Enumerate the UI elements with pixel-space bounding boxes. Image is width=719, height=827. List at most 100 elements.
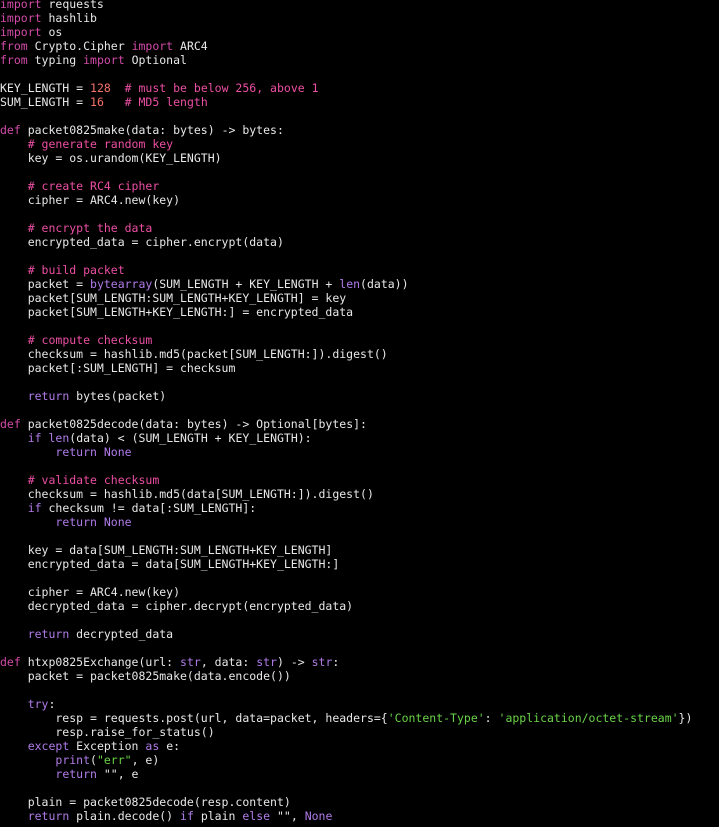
- code-line: import os: [0, 25, 692, 39]
- code-line: cipher = ARC4.new(key): [0, 585, 692, 599]
- keyword-token: def: [0, 417, 21, 431]
- code-line: resp.raise_for_status(): [0, 725, 692, 739]
- code-token: (: [90, 753, 97, 767]
- code-token: packet = packet0825make(data.encode()): [0, 669, 291, 683]
- code-token: Exception: [69, 739, 146, 753]
- code-line: return "", e: [0, 767, 692, 781]
- code-token: ARC4: [173, 39, 208, 53]
- code-token: encrypted_data = cipher.encrypt(data): [0, 235, 284, 249]
- control-keyword-token: return: [27, 809, 70, 823]
- code-token: decrypted_data = cipher.decrypt(encrypte…: [0, 599, 354, 613]
- code-token: typing: [27, 53, 84, 67]
- code-token: "",: [270, 809, 305, 823]
- keyword-token: import: [0, 0, 42, 11]
- string-token: 'Content-Type': [387, 711, 485, 725]
- code-line: return decrypted_data: [0, 627, 692, 641]
- code-line: packet[SUM_LENGTH+KEY_LENGTH:] = encrypt…: [0, 305, 692, 319]
- code-token: KEY_LENGTH =: [0, 81, 91, 95]
- code-token: plain = packet0825decode(resp.content): [0, 795, 291, 809]
- control-keyword-token: return: [27, 627, 70, 641]
- builtin-token: print: [55, 753, 91, 767]
- code-token: :: [484, 711, 499, 725]
- code-line: def htxp0825Exchange(url: str, data: str…: [0, 655, 692, 669]
- keyword-token: def: [0, 123, 21, 137]
- comment-token: # must be below 256, above 1: [124, 81, 319, 95]
- code-token: packet[SUM_LENGTH:SUM_LENGTH+KEY_LENGTH]…: [0, 291, 347, 305]
- code-line: packet = packet0825make(data.encode()): [0, 669, 692, 683]
- builtin-token: bytearray: [90, 277, 153, 291]
- code-token: hashlib: [41, 11, 97, 25]
- code-token: e:: [159, 739, 181, 753]
- code-token: SUM_LENGTH =: [0, 95, 91, 109]
- code-token: encrypted_data = data[SUM_LENGTH+KEY_LEN…: [0, 557, 340, 571]
- code-line: packet[SUM_LENGTH:SUM_LENGTH+KEY_LENGTH]…: [0, 291, 692, 305]
- keyword-token: from: [0, 39, 28, 53]
- code-line: def packet0825make(data: bytes) -> bytes…: [0, 123, 692, 137]
- builtin-token: str: [180, 655, 201, 669]
- control-keyword-token: except: [27, 739, 70, 753]
- code-line: try:: [0, 697, 692, 711]
- code-line: from typing import Optional: [0, 53, 692, 67]
- code-token: key = data[SUM_LENGTH:SUM_LENGTH+KEY_LEN…: [0, 543, 333, 557]
- code-token: , data:: [200, 655, 257, 669]
- code-token: htxp0825Exchange(url:: [20, 655, 181, 669]
- code-line: def packet0825decode(data: bytes) -> Opt…: [0, 417, 692, 431]
- keyword-token: import: [131, 39, 174, 53]
- builtin-token: None: [304, 809, 333, 823]
- code-line: return plain.decode() if plain else "", …: [0, 809, 692, 823]
- code-line: from Crypto.Cipher import ARC4: [0, 39, 692, 53]
- code-line: packet = bytearray(SUM_LENGTH + KEY_LENG…: [0, 277, 692, 291]
- control-keyword-token: if: [180, 809, 194, 823]
- control-keyword-token: if: [27, 431, 42, 445]
- code-line: key = data[SUM_LENGTH:SUM_LENGTH+KEY_LEN…: [0, 543, 692, 557]
- code-token: bytes(packet): [69, 389, 167, 403]
- comment-token: # generate random key: [27, 137, 174, 151]
- number-token: 16: [90, 95, 104, 109]
- code-token: cipher = ARC4.new(key): [0, 585, 181, 599]
- code-line: decrypted_data = cipher.decrypt(encrypte…: [0, 599, 692, 613]
- comment-token: # create RC4 cipher: [27, 179, 160, 193]
- keyword-token: import: [83, 53, 125, 67]
- code-line: key = os.urandom(KEY_LENGTH): [0, 151, 692, 165]
- code-line: return None: [0, 445, 692, 459]
- keyword-token: import: [0, 11, 42, 25]
- code-line: return None: [0, 515, 692, 529]
- comment-token: # build packet: [27, 263, 125, 277]
- control-keyword-token: try: [27, 697, 49, 711]
- code-token: checksum = hashlib.md5(data[SUM_LENGTH:]…: [0, 487, 374, 501]
- control-keyword-token: return: [55, 515, 97, 529]
- code-token: plain.decode(): [69, 809, 181, 823]
- control-keyword-token: return: [27, 389, 70, 403]
- code-line: checksum = hashlib.md5(data[SUM_LENGTH:]…: [0, 487, 692, 501]
- code-token: checksum = hashlib.md5(packet[SUM_LENGTH…: [0, 347, 388, 361]
- code-token: os: [41, 25, 63, 39]
- code-token: }): [678, 711, 693, 725]
- builtin-token: len: [48, 431, 70, 445]
- code-line: return bytes(packet): [0, 389, 692, 403]
- code-token: Crypto.Cipher: [27, 39, 132, 53]
- code-editor: import requests import hashlib import os fr…: [0, 0, 692, 823]
